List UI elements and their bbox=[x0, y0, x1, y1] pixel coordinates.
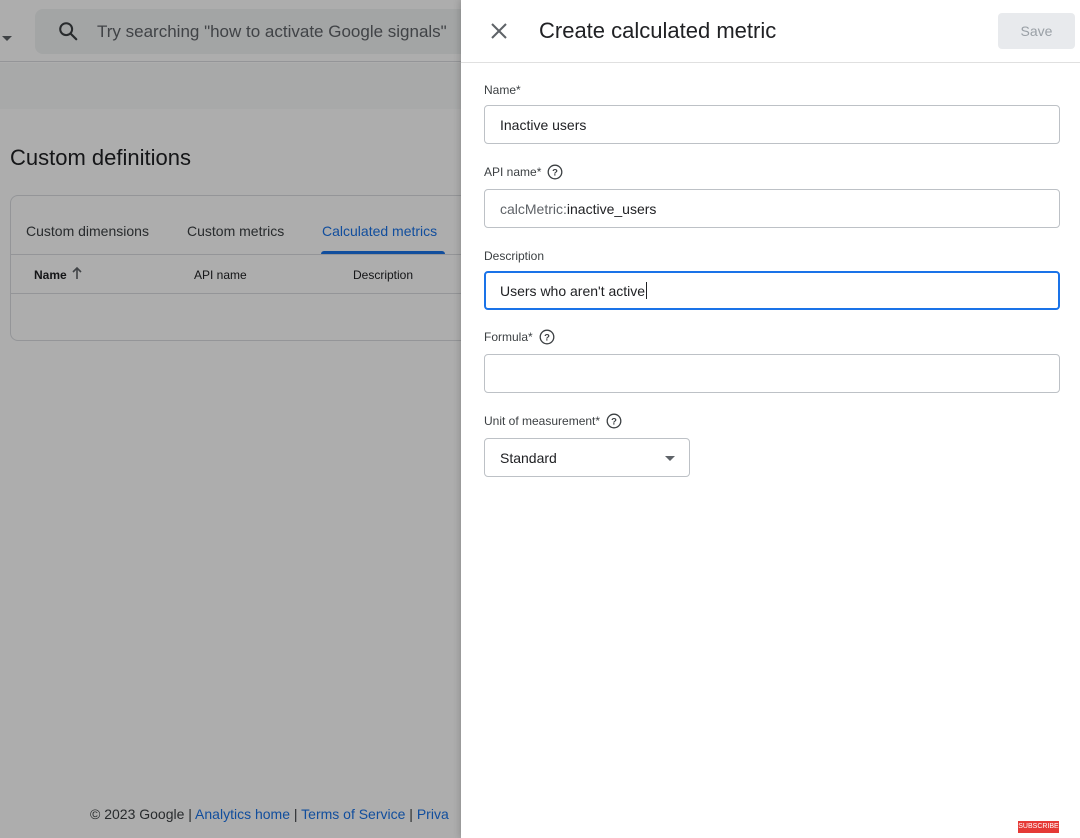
svg-text:?: ? bbox=[611, 417, 617, 428]
api-name-prefix: calcMetric: bbox=[500, 200, 567, 217]
panel-header: Create calculated metric Save bbox=[461, 0, 1080, 63]
description-label: Description bbox=[484, 249, 545, 263]
help-icon[interactable]: ? bbox=[539, 329, 555, 345]
subscribe-badge[interactable]: SUBSCRIBE bbox=[1018, 821, 1059, 833]
svg-text:?: ? bbox=[552, 168, 558, 179]
panel-title: Create calculated metric bbox=[539, 18, 777, 43]
api-name-value: inactive_users bbox=[566, 200, 657, 217]
close-icon[interactable] bbox=[487, 19, 511, 43]
help-icon[interactable]: ? bbox=[606, 413, 622, 429]
formula-label: Formula* ? bbox=[484, 329, 555, 345]
name-field[interactable]: Inactive users bbox=[484, 105, 1060, 144]
help-icon[interactable]: ? bbox=[547, 164, 563, 180]
save-button[interactable]: Save bbox=[998, 13, 1075, 49]
text-cursor bbox=[646, 282, 648, 299]
api-name-field[interactable]: calcMetric: inactive_users bbox=[484, 189, 1060, 228]
formula-field[interactable] bbox=[484, 354, 1060, 393]
svg-text:?: ? bbox=[544, 333, 550, 344]
api-name-label: API name* ? bbox=[484, 164, 563, 180]
unit-label: Unit of measurement* ? bbox=[484, 413, 622, 429]
name-label: Name* bbox=[484, 83, 521, 97]
create-calculated-metric-panel: Create calculated metric Save Name* Inac… bbox=[461, 0, 1080, 838]
unit-select[interactable]: Standard bbox=[484, 438, 690, 477]
dropdown-arrow-icon bbox=[665, 456, 675, 461]
description-field[interactable]: Users who aren't active bbox=[484, 271, 1060, 310]
unit-select-value: Standard bbox=[500, 449, 557, 466]
